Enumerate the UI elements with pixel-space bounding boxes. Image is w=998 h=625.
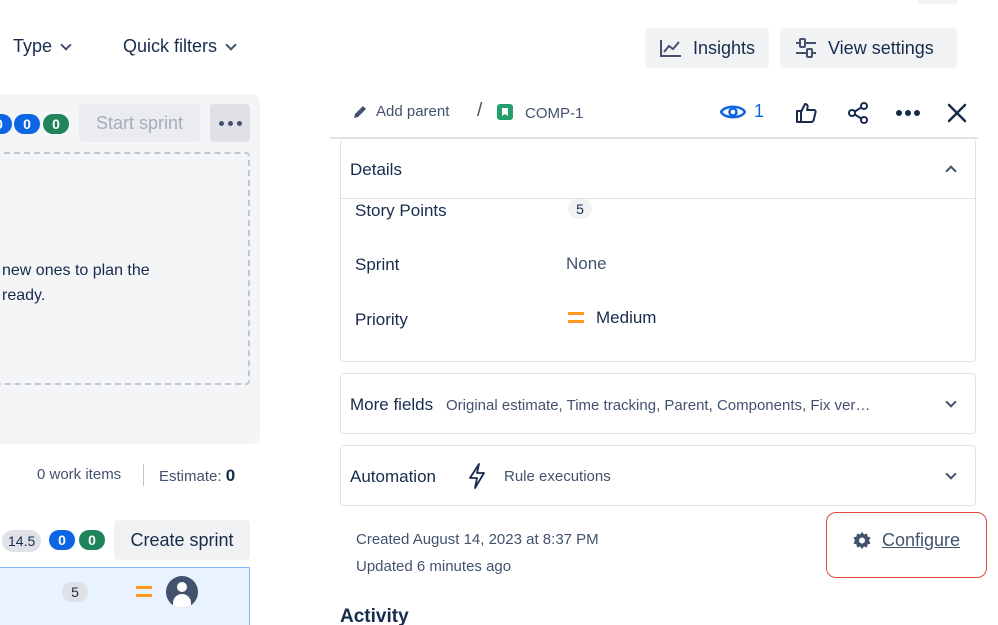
badge-text: 14.5 xyxy=(8,533,36,549)
quick-filters-label: Quick filters xyxy=(123,36,218,56)
priority-label: Priority xyxy=(355,310,408,329)
badge-text: 0 xyxy=(23,116,31,132)
quick-filters-dropdown[interactable]: Quick filters xyxy=(123,36,237,57)
priority-medium-icon xyxy=(136,586,152,597)
badge-text: 0 xyxy=(88,532,96,548)
share-icon xyxy=(848,102,868,124)
sprint-work-item-count: 0 work items xyxy=(37,466,122,483)
more-dot xyxy=(218,120,224,126)
chart-line-icon xyxy=(659,40,681,57)
updated-timestamp: Updated 6 minutes ago xyxy=(356,558,512,575)
story-points-label: Story Points xyxy=(355,201,447,220)
add-parent-label: Add parent xyxy=(376,103,450,120)
more-dot xyxy=(236,120,242,126)
empty-sprint-text-line2: ready. xyxy=(2,287,46,304)
view-settings-button[interactable]: View settings xyxy=(780,28,957,68)
automation-title: Automation xyxy=(350,467,436,486)
lightning-bolt-icon xyxy=(469,463,485,489)
close-icon xyxy=(947,103,967,123)
todo-count-badge: 0 xyxy=(14,114,40,134)
empty-sprint-text-line1: new ones to plan the xyxy=(2,262,150,279)
badge-text: 5 xyxy=(71,584,79,600)
sprint-label: Sprint xyxy=(355,255,400,274)
pencil-icon xyxy=(354,105,366,118)
backlog-points-badge: 14.5 xyxy=(2,530,42,552)
details-header-divider xyxy=(340,198,976,199)
avatar[interactable] xyxy=(166,576,198,608)
backlog-issue-row[interactable] xyxy=(0,567,250,625)
sprint-value[interactable]: None xyxy=(566,254,607,274)
type-filter-label: Type xyxy=(13,36,53,56)
add-parent-button[interactable]: Add parent xyxy=(352,103,449,120)
close-button[interactable] xyxy=(942,98,972,128)
done-count-badge: 0 xyxy=(43,114,69,134)
thumbs-up-icon xyxy=(796,103,817,123)
eye-icon xyxy=(720,105,746,118)
story-points-value[interactable]: 5 xyxy=(568,199,592,219)
avatar-body xyxy=(173,594,191,608)
watcher-count: 1 xyxy=(754,101,765,121)
badge-text: 0 xyxy=(58,532,66,548)
more-horizontal-icon xyxy=(896,110,920,116)
badge-text: 0 xyxy=(0,116,3,132)
more-dot xyxy=(227,120,233,126)
breadcrumb-separator: / xyxy=(477,100,483,121)
backlog-done-badge: 0 xyxy=(79,530,105,550)
view-settings-label: View settings xyxy=(828,37,934,58)
automation-summary: Rule executions xyxy=(504,468,611,485)
badge-text: 0 xyxy=(52,116,60,132)
divider xyxy=(143,464,144,486)
vote-button[interactable] xyxy=(791,98,821,128)
sprint-estimate: Estimate: 0 xyxy=(159,466,235,486)
share-button[interactable] xyxy=(843,98,873,128)
avatar-head xyxy=(177,582,187,592)
details-title[interactable]: Details xyxy=(350,160,402,180)
more-actions-button[interactable] xyxy=(893,98,923,128)
chevron-down-icon xyxy=(60,38,72,51)
watch-button[interactable]: 1 xyxy=(720,101,764,122)
sliders-icon xyxy=(796,38,816,58)
insights-label: Insights xyxy=(692,37,755,58)
gear-icon xyxy=(853,531,871,549)
issue-row-points: 5 xyxy=(62,582,88,602)
configure-label: Configure xyxy=(882,530,961,550)
start-sprint-button[interactable]: Start sprint xyxy=(79,104,200,142)
insights-button[interactable]: Insights xyxy=(645,28,769,68)
issue-key-link[interactable]: COMP-1 xyxy=(525,105,583,122)
create-sprint-button[interactable]: Create sprint xyxy=(114,520,250,560)
create-sprint-label: Create sprint xyxy=(130,529,234,550)
type-filter-dropdown[interactable]: Type xyxy=(13,36,72,57)
estimate-label: Estimate: xyxy=(159,468,222,485)
backlog-todo-badge: 0 xyxy=(49,530,75,550)
created-timestamp: Created August 14, 2023 at 8:37 PM xyxy=(356,531,599,548)
activity-heading: Activity xyxy=(340,606,409,625)
top-tab-stub xyxy=(918,0,958,4)
story-points-text: 5 xyxy=(576,201,584,217)
story-icon xyxy=(497,104,513,120)
estimate-value: 0 xyxy=(225,466,236,485)
more-fields-summary: Original estimate, Time tracking, Parent… xyxy=(446,397,871,414)
priority-medium-icon xyxy=(568,312,584,323)
sprint-more-actions-button[interactable] xyxy=(210,104,250,142)
more-fields-title: More fields xyxy=(350,395,434,414)
configure-link[interactable]: Configure xyxy=(852,530,960,551)
details-card xyxy=(340,139,976,362)
chevron-down-icon xyxy=(225,38,237,51)
priority-value[interactable]: Medium xyxy=(596,308,656,328)
start-sprint-label: Start sprint xyxy=(95,112,184,133)
